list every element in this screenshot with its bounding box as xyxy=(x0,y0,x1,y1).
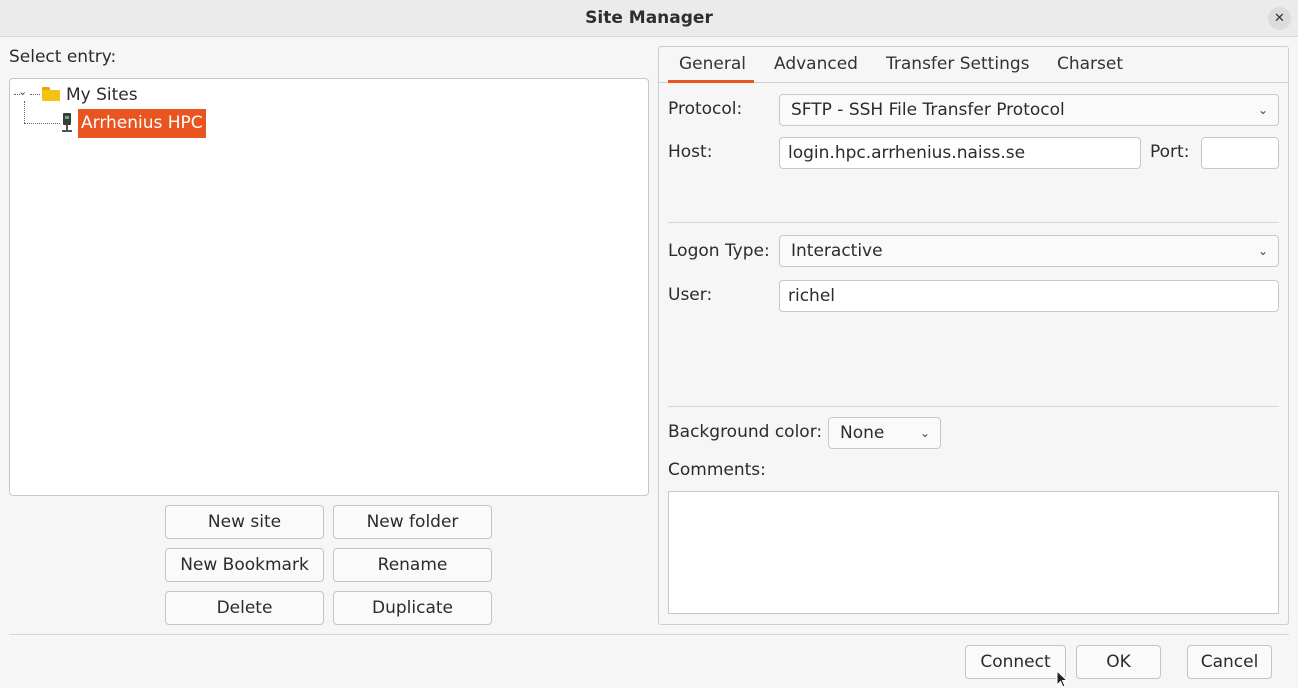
folder-icon xyxy=(42,87,60,101)
logon-type-value: Interactive xyxy=(791,241,883,261)
delete-button[interactable]: Delete xyxy=(165,591,324,625)
protocol-select[interactable]: SFTP - SSH File Transfer Protocol ⌄ xyxy=(779,94,1279,126)
mouse-cursor-icon xyxy=(1056,670,1068,688)
comments-label: Comments: xyxy=(668,460,766,480)
new-folder-button[interactable]: New folder xyxy=(333,505,492,539)
logon-type-label: Logon Type: xyxy=(668,241,770,261)
tree-connector xyxy=(24,101,25,123)
close-icon[interactable]: ✕ xyxy=(1268,7,1291,30)
connect-button[interactable]: Connect xyxy=(965,645,1066,679)
protocol-label: Protocol: xyxy=(668,99,743,119)
separator xyxy=(668,222,1279,223)
user-input[interactable]: richel xyxy=(779,280,1279,312)
active-tab-indicator xyxy=(668,80,754,83)
port-input[interactable] xyxy=(1201,137,1279,169)
new-site-button[interactable]: New site xyxy=(165,505,324,539)
host-input[interactable]: login.hpc.arrhenius.naiss.se xyxy=(779,137,1141,169)
protocol-value: SFTP - SSH File Transfer Protocol xyxy=(791,100,1065,120)
tree-connector xyxy=(30,94,40,95)
user-label: User: xyxy=(668,285,713,305)
site-tree[interactable]: ⌄ My Sites Arrhenius HPC xyxy=(9,78,649,496)
chevron-down-icon: ⌄ xyxy=(919,426,930,440)
comments-textarea[interactable] xyxy=(668,491,1279,614)
tab-advanced[interactable]: Advanced xyxy=(774,54,858,74)
logon-type-select[interactable]: Interactive ⌄ xyxy=(779,235,1279,267)
background-color-label: Background color: xyxy=(668,422,823,442)
port-label: Port: xyxy=(1150,142,1190,162)
tab-general[interactable]: General xyxy=(679,54,746,74)
background-color-value: None xyxy=(840,423,885,443)
tree-item-arrhenius-hpc[interactable]: Arrhenius HPC xyxy=(78,109,206,138)
new-bookmark-button[interactable]: New Bookmark xyxy=(165,548,324,582)
background-color-select[interactable]: None ⌄ xyxy=(828,417,941,449)
chevron-down-icon: ⌄ xyxy=(1257,103,1268,117)
host-label: Host: xyxy=(668,142,713,162)
chevron-down-icon[interactable]: ⌄ xyxy=(18,85,27,98)
window-title: Site Manager xyxy=(585,8,713,28)
footer-separator xyxy=(9,634,1289,635)
duplicate-button[interactable]: Duplicate xyxy=(333,591,492,625)
tree-item-my-sites[interactable]: My Sites xyxy=(66,85,138,105)
title-bar: Site Manager ✕ xyxy=(0,0,1298,37)
tab-charset[interactable]: Charset xyxy=(1057,54,1123,74)
chevron-down-icon: ⌄ xyxy=(1257,244,1268,258)
tab-transfer-settings[interactable]: Transfer Settings xyxy=(886,54,1030,74)
separator xyxy=(668,406,1279,407)
server-icon xyxy=(62,113,72,133)
ok-button[interactable]: OK xyxy=(1076,645,1161,679)
select-entry-label: Select entry: xyxy=(9,47,117,67)
tree-connector xyxy=(24,123,60,124)
cancel-button[interactable]: Cancel xyxy=(1187,645,1272,679)
rename-button[interactable]: Rename xyxy=(333,548,492,582)
